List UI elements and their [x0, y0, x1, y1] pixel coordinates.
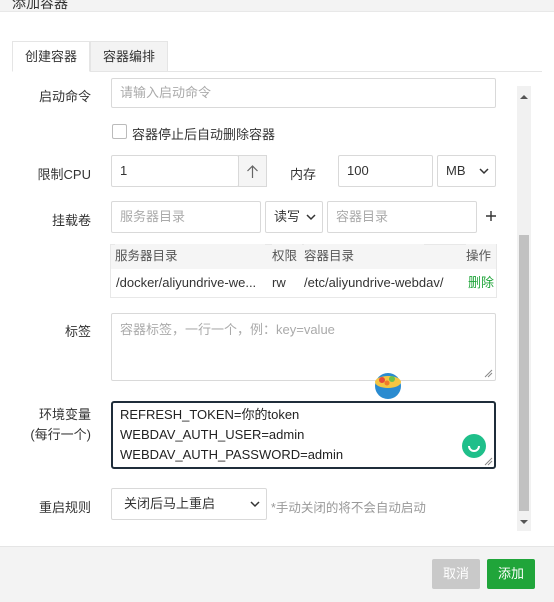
arrow-up-icon: [247, 165, 258, 178]
add-button[interactable]: 添加: [487, 559, 535, 589]
labels-textarea[interactable]: 容器标签，一行一个，例：key=value: [111, 313, 496, 381]
cpu-label: 限制CPU: [37, 167, 91, 182]
bowl-icon: [375, 373, 401, 399]
grammar-assistant-button[interactable]: [462, 434, 486, 458]
volume-row-server-dir: /docker/aliyundrive-we...: [116, 275, 257, 290]
memory-unit-value: MB: [446, 163, 466, 178]
volume-server-dir-input[interactable]: 服务器目录: [111, 201, 261, 233]
volume-row-container-dir: /etc/aliyundrive-webdav/: [304, 275, 444, 290]
cpu-value: 1: [120, 163, 128, 178]
scroll-up-button[interactable]: [518, 90, 530, 100]
smile-icon: [468, 445, 480, 452]
chevron-down-icon: [479, 168, 489, 175]
volume-permission-value: 读写: [274, 209, 301, 224]
volume-table-header-server-dir: 服务器目录: [115, 244, 265, 268]
auto-remove-checkbox[interactable]: [112, 124, 127, 139]
cpu-input[interactable]: 1: [111, 155, 239, 187]
volume-table-header-action: 操作: [466, 244, 496, 268]
triangle-up-icon: [520, 95, 528, 99]
volume-server-dir-placeholder: 服务器目录: [120, 209, 186, 224]
add-volume-button[interactable]: [483, 206, 499, 226]
command-input[interactable]: 请输入启动命令: [111, 78, 496, 108]
env-line-2: WEBDAV_AUTH_USER=admin: [120, 427, 305, 442]
restart-select[interactable]: 关闭后马上重启: [111, 488, 267, 520]
dialog-title: 添加容器: [12, 0, 68, 11]
volume-table-header-permission: 权限: [272, 244, 302, 268]
plus-icon: [486, 211, 496, 221]
env-label: 环境变量: [38, 407, 91, 422]
volume-container-dir-input[interactable]: 容器目录: [327, 201, 477, 233]
command-label: 启动命令: [38, 89, 91, 104]
env-line-1: REFRESH_TOKEN=你的token: [120, 407, 300, 422]
scrollbar-thumb[interactable]: [519, 235, 529, 511]
resize-handle-icon[interactable]: [484, 369, 493, 378]
volume-permission-select[interactable]: 读写: [265, 201, 323, 233]
labels-label: 标签: [64, 324, 91, 339]
auto-remove-label[interactable]: 容器停止后自动删除容器: [132, 124, 332, 143]
env-line-3: WEBDAV_AUTH_PASSWORD=admin: [120, 447, 344, 462]
env-textarea[interactable]: REFRESH_TOKEN=你的token WEBDAV_AUTH_USER=a…: [111, 401, 496, 469]
triangle-down-icon: [520, 520, 528, 524]
memory-label: 内存: [289, 167, 316, 182]
cancel-button[interactable]: 取消: [432, 559, 480, 589]
tab-container-compose[interactable]: 容器编排: [90, 41, 168, 72]
env-label-hint: (每行一个): [30, 427, 91, 442]
memory-value: 100: [347, 163, 369, 178]
tab-create-container-label: 创建容器: [24, 49, 77, 64]
chevron-down-icon: [306, 214, 316, 221]
tab-create-container[interactable]: 创建容器: [12, 41, 90, 72]
scroll-down-button[interactable]: [518, 515, 530, 525]
volume-row-delete-link[interactable]: 删除: [468, 270, 498, 296]
volume-label: 挂载卷: [51, 213, 91, 228]
floating-bowl-icon[interactable]: [373, 371, 403, 401]
labels-placeholder: 容器标签，一行一个，例：key=value: [120, 322, 335, 337]
tab-container-compose-label: 容器编排: [102, 49, 155, 64]
resize-handle-icon[interactable]: [484, 457, 493, 466]
restart-hint: *手动关闭的将不会自动启动: [271, 501, 426, 515]
volume-table-header-container-dir: 容器目录: [304, 244, 424, 268]
memory-unit-select[interactable]: MB: [437, 155, 496, 187]
restart-label: 重启规则: [38, 500, 91, 515]
memory-input[interactable]: 100: [338, 155, 433, 187]
dialog-titlebar: 添加容器: [0, 0, 554, 12]
command-placeholder: 请输入启动命令: [120, 85, 212, 100]
restart-value: 关闭后马上重启: [124, 496, 216, 511]
volume-row-permission: rw: [272, 275, 286, 290]
cpu-increment-button[interactable]: [238, 155, 267, 187]
chevron-down-icon: [250, 501, 260, 508]
volume-container-dir-placeholder: 容器目录: [336, 209, 389, 224]
